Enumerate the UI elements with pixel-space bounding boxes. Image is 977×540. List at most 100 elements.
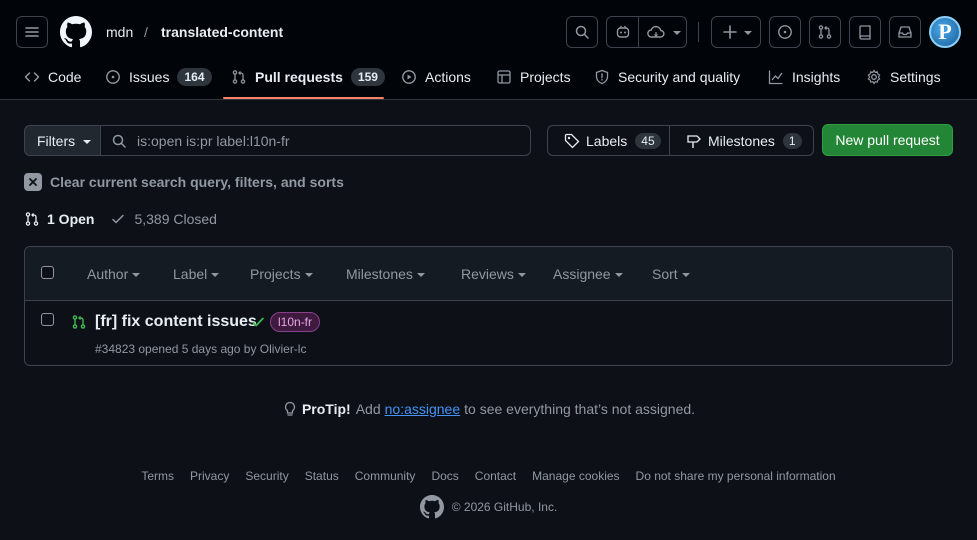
tab-projects[interactable]: Projects [496, 64, 571, 90]
milestones-count: 1 [782, 132, 802, 149]
search-field[interactable] [100, 125, 531, 156]
footer-link-terms[interactable]: Terms [141, 469, 174, 483]
chevron-down-icon [673, 31, 681, 35]
protip-prefix: ProTip! [301, 401, 351, 417]
graph-icon [768, 69, 784, 85]
inbox-icon [898, 26, 912, 38]
protip-post-text: to see everything that’s not assigned. [464, 401, 696, 417]
chevron-down-icon [681, 273, 690, 277]
repo-icon [859, 25, 871, 40]
tab-security[interactable]: Security and quality [594, 64, 740, 90]
chevron-down-icon [304, 273, 313, 277]
repositories-button[interactable] [849, 16, 881, 48]
labels-button[interactable]: Labels 45 [547, 125, 670, 156]
sort-dropdown[interactable]: Sort [652, 266, 690, 282]
copyright: © 2026 GitHub, Inc. [0, 495, 977, 519]
table-icon [496, 69, 512, 85]
clear-filters-label: Clear current search query, filters, and… [50, 174, 344, 190]
repo-name-link[interactable]: translated-content [161, 24, 283, 40]
clear-filters-link[interactable]: Clear current search query, filters, and… [24, 173, 344, 191]
footer-link-cookies[interactable]: Manage cookies [532, 469, 619, 483]
issues-shortcut-button[interactable] [769, 16, 801, 48]
tab-insights[interactable]: Insights [768, 64, 840, 90]
chevron-down-icon [744, 31, 752, 35]
tab-issues[interactable]: Issues 164 [105, 64, 212, 90]
gear-icon [866, 69, 882, 85]
footer-link-status[interactable]: Status [305, 469, 339, 483]
filters-label: Filters [37, 132, 76, 149]
repo-owner-link[interactable]: mdn [106, 24, 133, 40]
tab-pull-requests[interactable]: Pull requests 159 [231, 64, 385, 90]
chevron-down-icon [211, 273, 220, 277]
tab-label: Projects [520, 69, 571, 85]
copilot-icon [615, 24, 631, 40]
chevron-down-icon [614, 273, 623, 277]
milestones-label: Milestones [708, 132, 775, 149]
search-input[interactable] [137, 132, 517, 149]
label-filter[interactable]: Label [173, 266, 220, 282]
filter-label: Assignee [553, 266, 611, 282]
closed-state-link[interactable]: 5,389 Closed [110, 211, 217, 227]
author-filter[interactable]: Author [87, 266, 141, 282]
state-toggle: 1 Open 5,389 Closed [24, 211, 217, 227]
tab-actions[interactable]: Actions [401, 64, 471, 90]
issue-icon [778, 25, 792, 39]
filter-label: Label [173, 266, 208, 282]
app-header: mdn / translated-content P Code Issues 1… [0, 0, 977, 100]
footer-link-do-not-share[interactable]: Do not share my personal information [636, 469, 836, 483]
light-bulb-icon [284, 401, 296, 416]
footer-link-contact[interactable]: Contact [475, 469, 516, 483]
open-pull-request-icon [71, 314, 87, 330]
chevron-down-icon [132, 273, 141, 277]
closed-count: 5,389 Closed [134, 211, 217, 227]
header-divider [698, 22, 699, 42]
footer-links: Terms Privacy Security Status Community … [0, 469, 977, 483]
shield-icon [594, 69, 610, 85]
avatar[interactable]: P [929, 16, 961, 48]
inbox-button[interactable] [889, 16, 921, 48]
cloud-icon [647, 24, 665, 40]
new-pull-request-button[interactable]: New pull request [822, 124, 953, 156]
triangle-down-icon [83, 139, 92, 144]
filter-label: Projects [250, 266, 301, 282]
filter-label: Reviews [461, 266, 514, 282]
tab-settings[interactable]: Settings [866, 64, 941, 90]
create-new-button[interactable] [711, 16, 761, 48]
tab-code[interactable]: Code [24, 64, 81, 90]
search-icon [112, 134, 126, 148]
plus-icon [723, 25, 737, 39]
check-success-icon[interactable] [251, 315, 265, 329]
chevron-down-icon [517, 273, 526, 277]
milestone-icon [687, 134, 701, 148]
search-button[interactable] [566, 16, 598, 48]
copilot-button[interactable] [606, 16, 687, 48]
pr-label-badge[interactable]: l10n-fr [270, 312, 321, 332]
milestones-button[interactable]: Milestones 1 [669, 125, 814, 156]
select-all-checkbox[interactable] [41, 266, 54, 279]
footer-link-privacy[interactable]: Privacy [190, 469, 229, 483]
pull-requests-shortcut-button[interactable] [809, 16, 841, 48]
github-logo-icon[interactable] [60, 16, 92, 48]
pr-title-link[interactable]: [fr] fix content issues [95, 313, 257, 331]
protip-link[interactable]: no:assignee [385, 401, 461, 417]
projects-filter[interactable]: Projects [250, 266, 313, 282]
protip-pre-text: Add [355, 401, 381, 417]
footer-link-docs[interactable]: Docs [431, 469, 458, 483]
footer-link-security[interactable]: Security [245, 469, 288, 483]
code-icon [24, 69, 40, 85]
footer-link-community[interactable]: Community [355, 469, 416, 483]
copyright-text: © 2026 GitHub, Inc. [451, 500, 558, 514]
check-icon [112, 214, 125, 224]
filters-dropdown[interactable]: Filters [24, 125, 101, 156]
reviews-filter[interactable]: Reviews [461, 266, 526, 282]
milestones-filter[interactable]: Milestones [346, 266, 425, 282]
labels-count: 45 [635, 132, 661, 149]
hamburger-icon [25, 27, 39, 37]
pr-select-checkbox[interactable] [41, 313, 54, 326]
menu-button[interactable] [16, 16, 48, 48]
git-pull-request-icon [231, 69, 247, 85]
github-logo-icon[interactable] [419, 495, 444, 519]
assignee-filter[interactable]: Assignee [553, 266, 623, 282]
labels-label: Labels [586, 132, 628, 149]
open-state-link[interactable]: 1 Open [24, 211, 94, 227]
